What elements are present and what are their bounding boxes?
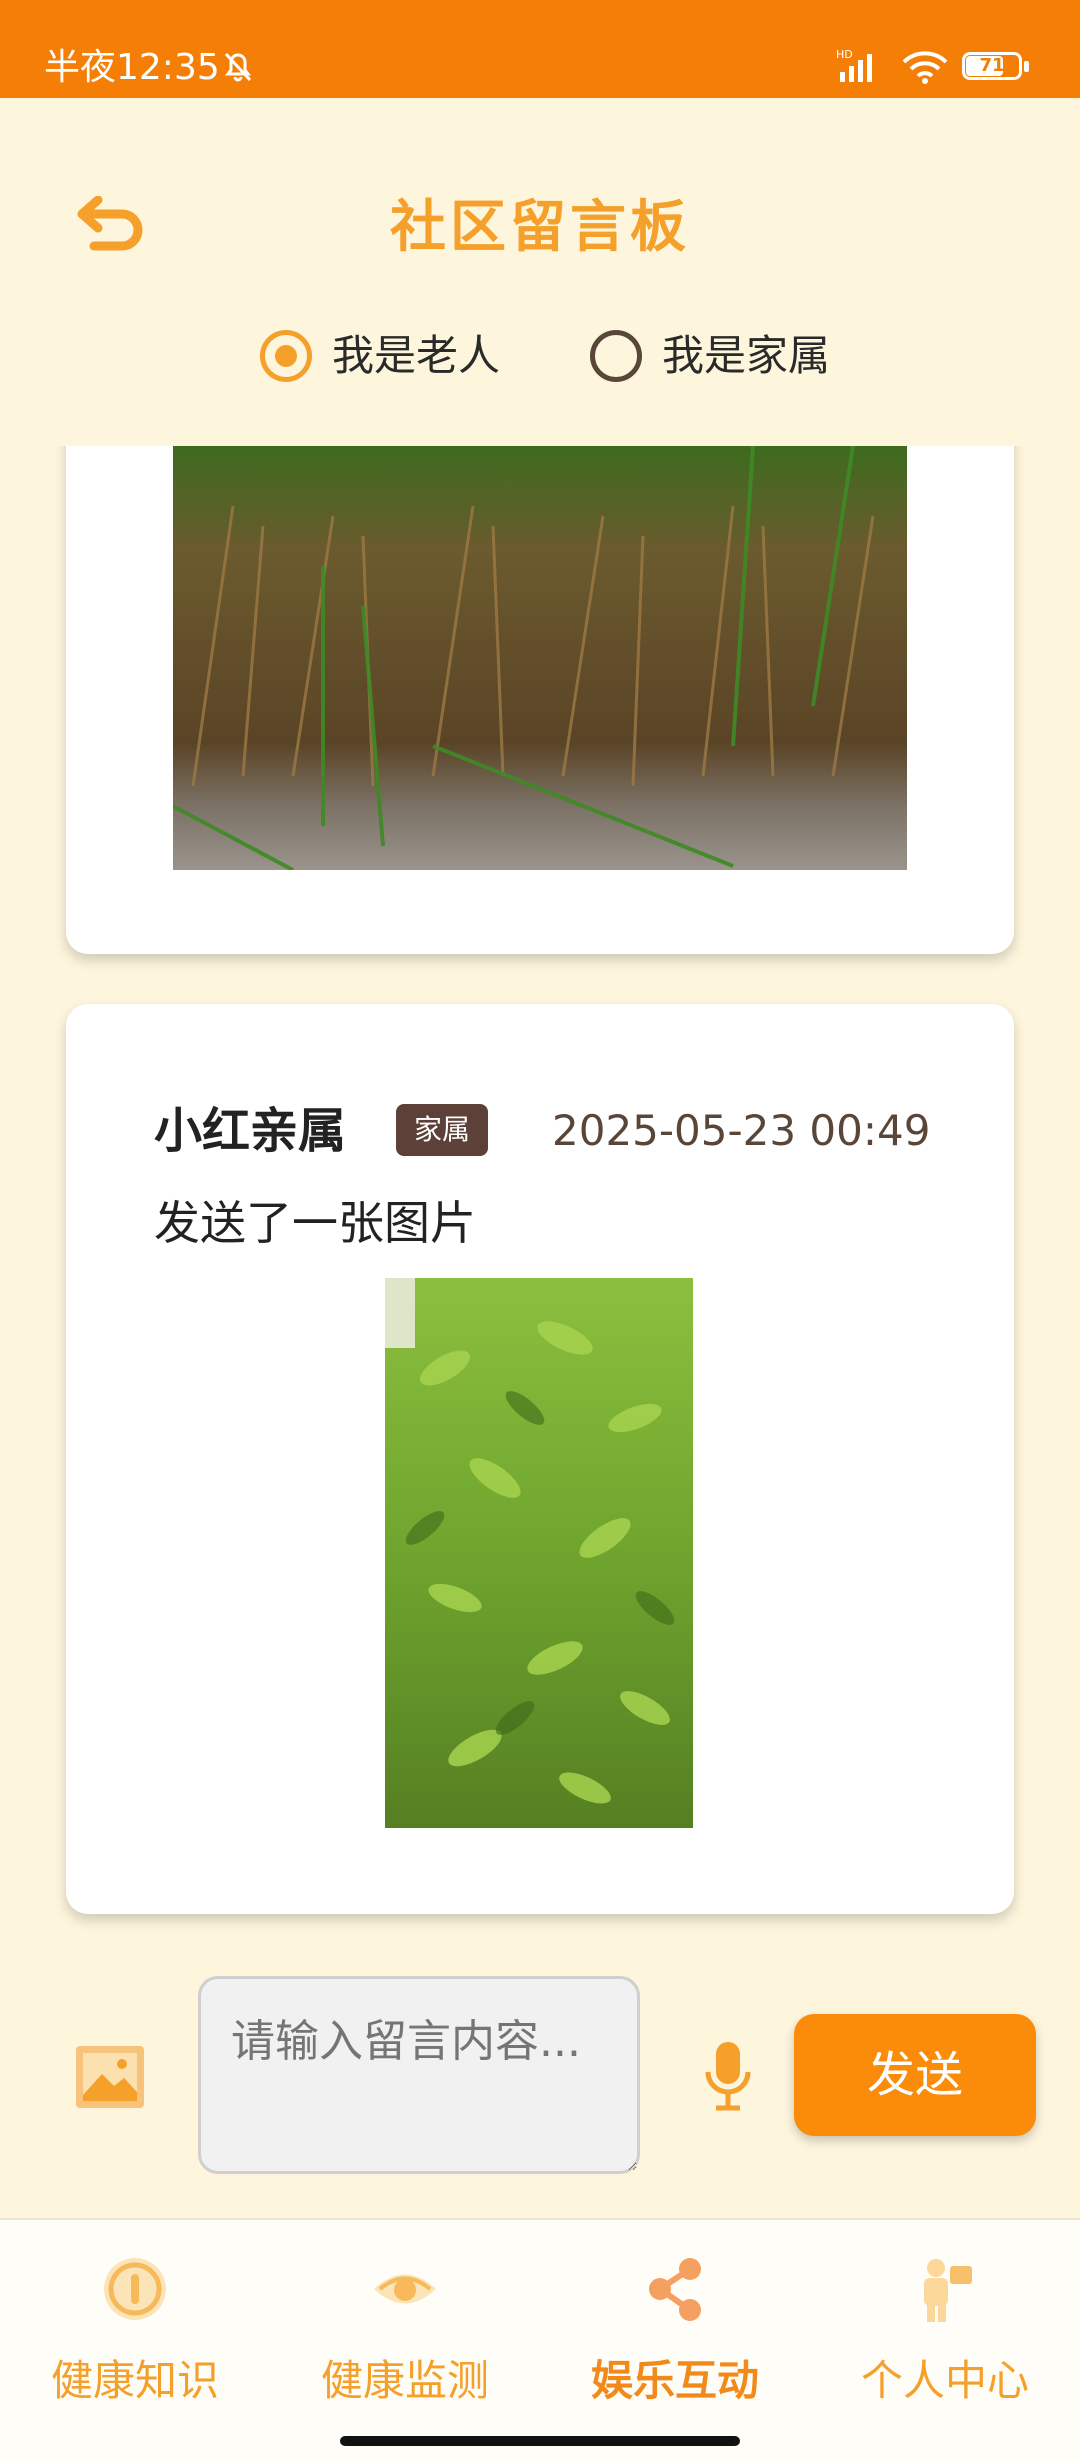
wifi-icon	[902, 51, 948, 84]
message-author: 小红亲属	[154, 1103, 347, 1159]
eye-icon	[374, 2274, 436, 2304]
role-badge: 家属	[396, 1104, 488, 1156]
home-indicator[interactable]	[340, 2436, 740, 2446]
nav-health-knowledge[interactable]: 健康知识	[0, 2220, 270, 2450]
role-selector: 我是老人 我是家属	[0, 324, 1080, 394]
nav-label: 个人中心	[860, 2356, 1029, 2405]
message-list[interactable]: 小红亲属 家属 2025-05-23 00:49 发送了一张图片	[0, 446, 1080, 1956]
role-radio-elder[interactable]	[260, 330, 312, 382]
battery-level: 71	[979, 55, 1005, 76]
svg-text:HD: HD	[836, 48, 853, 61]
info-circle-icon	[104, 2258, 166, 2320]
signal-icon: HD	[836, 48, 872, 82]
nav-label: 健康知识	[50, 2356, 219, 2405]
nav-health-monitor[interactable]: 健康监测	[270, 2220, 540, 2450]
role-radio-family[interactable]	[590, 330, 642, 382]
nav-entertainment[interactable]: 娱乐互动	[540, 2220, 810, 2450]
mute-bell-icon	[224, 52, 252, 82]
message-time: 2025-05-23 00:49	[552, 1106, 931, 1155]
status-bar: 半夜12:35 HD 71	[0, 0, 1080, 98]
send-button[interactable]: 发送	[794, 2014, 1036, 2136]
message-image[interactable]	[385, 1278, 693, 1828]
page-title: 社区留言板	[390, 195, 690, 260]
microphone-icon[interactable]	[702, 2040, 754, 2114]
person-icon	[924, 2259, 972, 2322]
message-card: 小红亲属 家属 2025-05-23 00:49 发送了一张图片	[66, 1004, 1014, 1914]
message-card	[66, 446, 1014, 954]
image-picker-icon[interactable]	[74, 2040, 146, 2112]
share-icon	[649, 2258, 701, 2321]
battery-icon: 71	[962, 52, 1032, 84]
bottom-nav: 健康知识 健康监测 娱乐互动 个人中心	[0, 2218, 1080, 2462]
nav-label: 健康监测	[320, 2356, 489, 2405]
nav-label: 娱乐互动	[590, 2356, 759, 2405]
message-text: 发送了一张图片	[154, 1196, 476, 1250]
message-image[interactable]	[173, 446, 907, 870]
role-label-family[interactable]: 我是家属	[662, 324, 830, 388]
role-label-elder[interactable]: 我是老人	[332, 324, 500, 388]
message-input[interactable]	[198, 1976, 640, 2174]
nav-personal-center[interactable]: 个人中心	[810, 2220, 1080, 2450]
status-time: 半夜12:35	[44, 47, 220, 88]
